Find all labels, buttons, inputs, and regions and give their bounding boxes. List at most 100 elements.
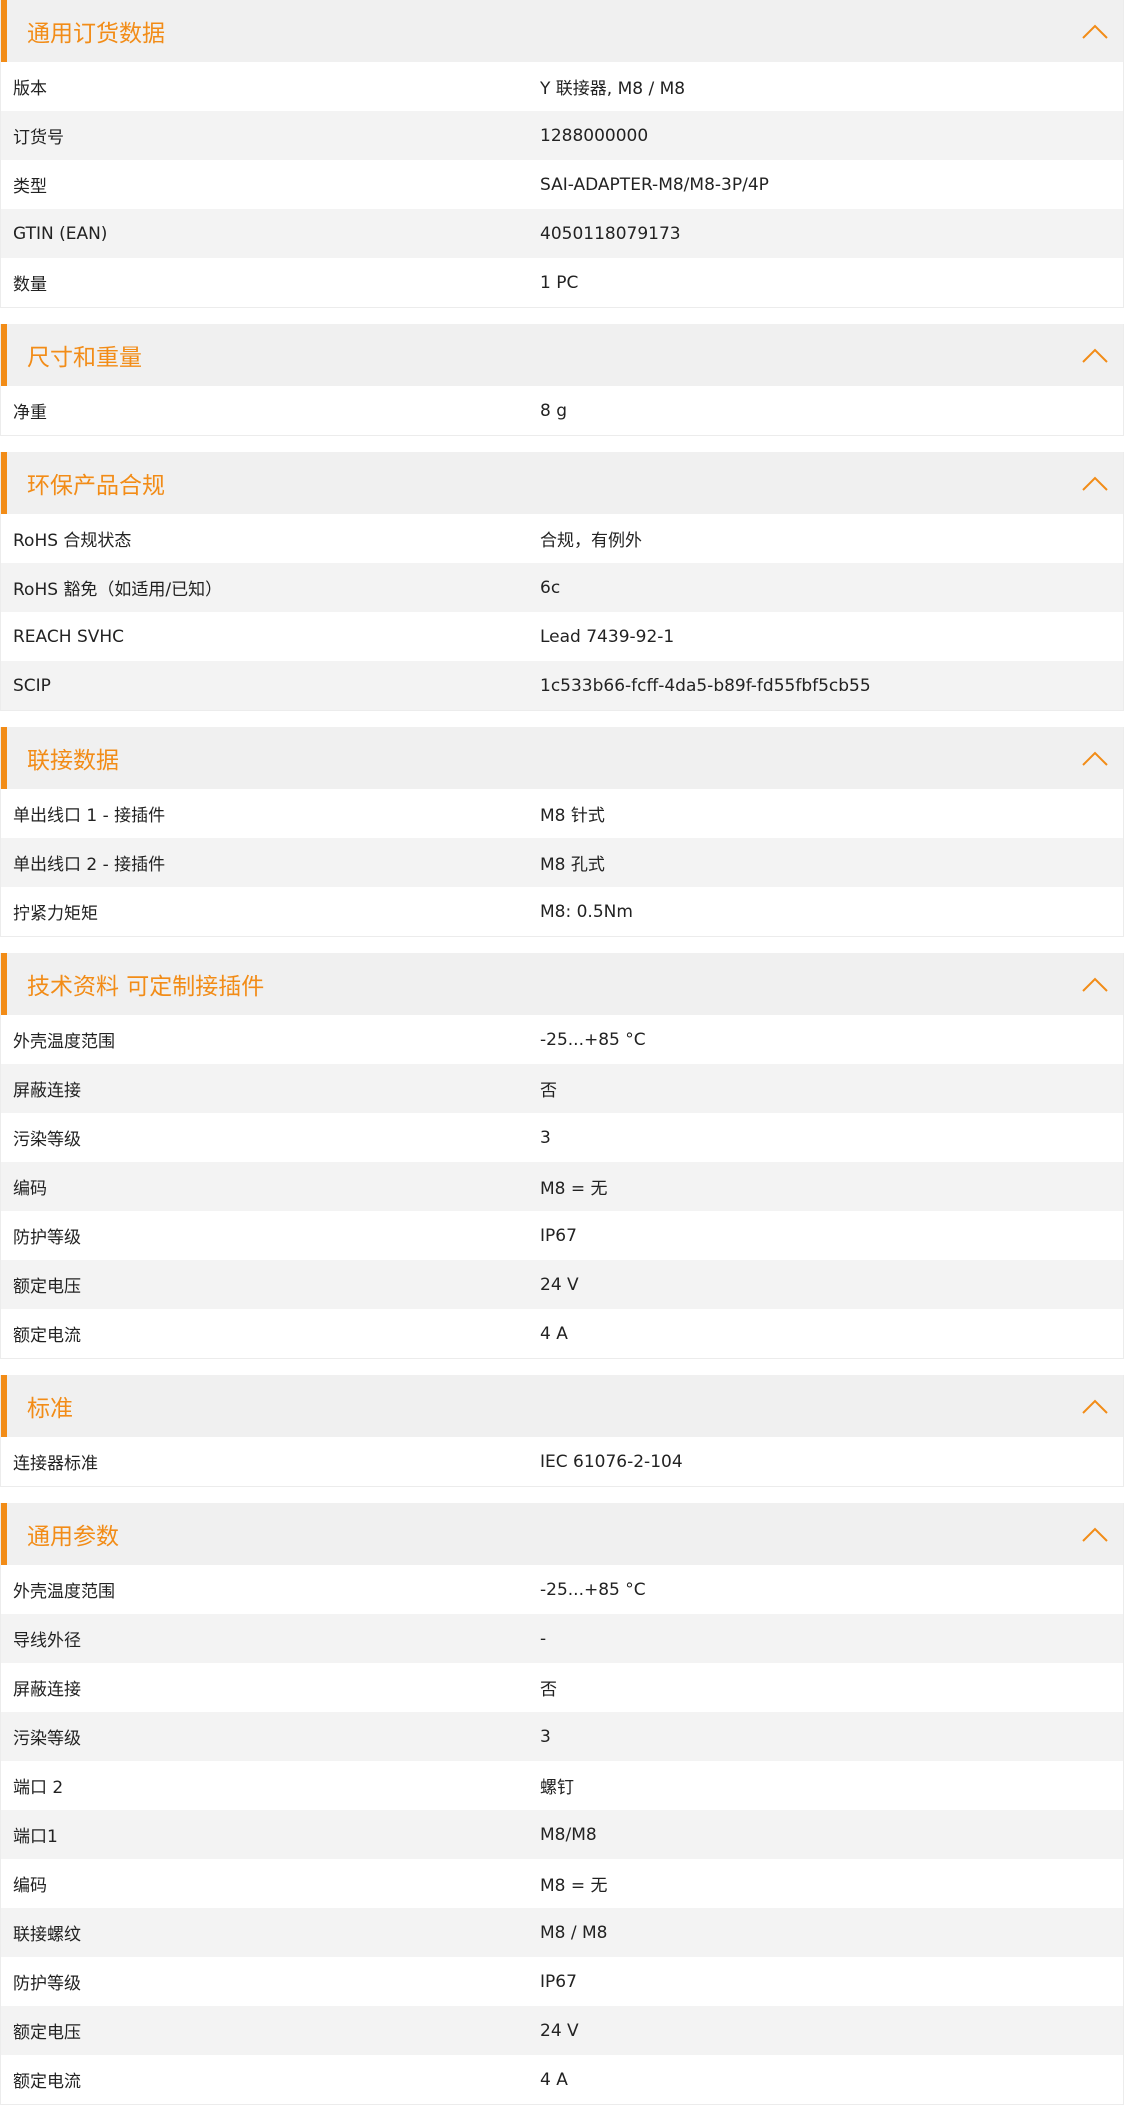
row-value: 4050118079173 xyxy=(540,223,681,244)
row-label: 数量 xyxy=(13,275,47,295)
table-row: 数量 1 PC xyxy=(1,258,1123,307)
row-label: 防护等级 xyxy=(13,1974,81,1994)
table-row: RoHS 豁免（如适用/已知） 6c xyxy=(1,563,1123,612)
section-header[interactable]: 环保产品合规 xyxy=(1,452,1123,514)
row-label: 编码 xyxy=(13,1876,47,1896)
chevron-up-icon[interactable] xyxy=(1081,22,1109,40)
chevron-up-icon[interactable] xyxy=(1081,346,1109,364)
table-row: RoHS 合规状态 合规，有例外 xyxy=(1,514,1123,563)
section-body: 单出线口 1 - 接插件 M8 针式单出线口 2 - 接插件 M8 孔式拧紧力矩矩 M… xyxy=(1,789,1123,936)
chevron-up-icon[interactable] xyxy=(1081,1525,1109,1543)
row-label: 额定电流 xyxy=(13,2072,81,2092)
row-label: REACH SVHC xyxy=(13,626,125,647)
section-body: 净重 8 g xyxy=(1,386,1123,435)
row-label: 端口1 xyxy=(13,1827,58,1847)
table-row: 额定电压 24 V xyxy=(1,1260,1123,1309)
row-label: 单出线口 1 - 接插件 xyxy=(13,806,166,826)
table-row: 联接螺纹 M8 / M8 xyxy=(1,1908,1123,1957)
row-value: SAI-ADAPTER-M8/M8-3P/4P xyxy=(540,174,769,195)
table-row: 屏蔽连接 否 xyxy=(1,1064,1123,1113)
section-body: 外壳温度范围 -25...+85 °C 屏蔽连接 否污染等级 3 编码 M8 = 无防护等级… xyxy=(1,1015,1123,1358)
row-value: IP67 xyxy=(540,1971,577,1992)
table-row: 端口1 M8/M8 xyxy=(1,1810,1123,1859)
spec-page: 通用订货数据版本 Y 联接器, M8 / M8 订货号 1288000000 类型 SAI… xyxy=(0,0,1126,2105)
chevron-up-icon[interactable] xyxy=(1081,1397,1109,1415)
row-label: GTIN (EAN) xyxy=(13,223,108,244)
section-body: 版本 Y 联接器, M8 / M8 订货号 1288000000 类型 SAI-ADAPT… xyxy=(1,62,1123,307)
row-value: M8 = 无 xyxy=(540,1179,608,1199)
table-row: REACH SVHC Lead 7439-92-1 xyxy=(1,612,1123,661)
section-title: 通用参数 xyxy=(27,1524,119,1550)
section-header[interactable]: 尺寸和重量 xyxy=(1,324,1123,386)
table-row: 防护等级 IP67 xyxy=(1,1957,1123,2006)
row-label: 外壳温度范围 xyxy=(13,1032,115,1052)
table-row: 拧紧力矩矩 M8: 0.5Nm xyxy=(1,887,1123,936)
row-value: 3 xyxy=(540,1127,551,1148)
section-header[interactable]: 标准 xyxy=(1,1375,1123,1437)
row-value: M8/M8 xyxy=(540,1824,597,1845)
row-value: M8 / M8 xyxy=(540,1922,608,1943)
row-value: M8 孔式 xyxy=(540,855,605,875)
row-value: 螺钉 xyxy=(540,1778,574,1798)
section-title: 技术资料 可定制接插件 xyxy=(27,974,265,1000)
row-value: 否 xyxy=(540,1081,557,1101)
row-value: 8 g xyxy=(540,400,568,421)
table-row: 导线外径 - xyxy=(1,1614,1123,1663)
row-value: -25...+85 °C xyxy=(540,1029,646,1050)
row-value: 4 A xyxy=(540,2069,568,2090)
section-6: 标准连接器标准 IEC 61076-2-104 xyxy=(0,1375,1124,1487)
row-value: - xyxy=(540,1628,547,1649)
row-value: IP67 xyxy=(540,1225,577,1246)
section-title: 联接数据 xyxy=(27,748,119,774)
section-title: 环保产品合规 xyxy=(27,473,165,499)
row-label: 导线外径 xyxy=(13,1631,81,1651)
row-value: 1288000000 xyxy=(540,125,649,146)
row-value: Lead 7439-92-1 xyxy=(540,626,675,647)
section-header[interactable]: 通用订货数据 xyxy=(1,0,1123,62)
row-label: 污染等级 xyxy=(13,1130,81,1150)
row-label: 额定电流 xyxy=(13,1326,81,1346)
row-value: 1 PC xyxy=(540,272,579,293)
chevron-up-icon[interactable] xyxy=(1081,474,1109,492)
row-label: RoHS 豁免（如适用/已知） xyxy=(13,580,223,600)
row-value: 否 xyxy=(540,1680,557,1700)
row-label: 额定电压 xyxy=(13,1277,81,1297)
row-value: M8: 0.5Nm xyxy=(540,901,633,922)
row-value: IEC 61076-2-104 xyxy=(540,1451,683,1472)
row-value: 3 xyxy=(540,1726,551,1747)
row-label: 污染等级 xyxy=(13,1729,81,1749)
section-header[interactable]: 联接数据 xyxy=(1,727,1123,789)
table-row: 污染等级 3 xyxy=(1,1712,1123,1761)
table-row: GTIN (EAN) 4050118079173 xyxy=(1,209,1123,258)
row-value: 合规，有例外 xyxy=(540,531,642,551)
section-7: 通用参数 外壳温度范围 -25...+85 °C 导线外径 - 屏蔽连接 否污染等级 3 端口 … xyxy=(0,1503,1124,2105)
table-row: 额定电流 4 A xyxy=(1,2055,1123,2104)
row-label: 端口 2 xyxy=(13,1778,64,1798)
section-header[interactable]: 通用参数 xyxy=(1,1503,1123,1565)
table-row: 额定电压 24 V xyxy=(1,2006,1123,2055)
row-value: M8 针式 xyxy=(540,806,605,826)
row-label: 联接螺纹 xyxy=(13,1925,81,1945)
section-title: 通用订货数据 xyxy=(27,21,165,47)
section-title: 尺寸和重量 xyxy=(27,345,142,371)
section-5: 技术资料 可定制接插件 外壳温度范围 -25...+85 °C 屏蔽连接 否污染等级 3 编… xyxy=(0,953,1124,1359)
row-label: 额定电压 xyxy=(13,2023,81,2043)
chevron-up-icon[interactable] xyxy=(1081,975,1109,993)
section-body: 连接器标准 IEC 61076-2-104 xyxy=(1,1437,1123,1486)
row-label: 屏蔽连接 xyxy=(13,1081,81,1101)
section-body: 外壳温度范围 -25...+85 °C 导线外径 - 屏蔽连接 否污染等级 3 端口 2 螺钉端… xyxy=(1,1565,1123,2104)
section-2: 尺寸和重量净重 8 g xyxy=(0,324,1124,436)
row-label: 屏蔽连接 xyxy=(13,1680,81,1700)
section-header[interactable]: 技术资料 可定制接插件 xyxy=(1,953,1123,1015)
row-label: 拧紧力矩矩 xyxy=(13,904,98,924)
section-title: 标准 xyxy=(27,1396,73,1422)
row-value: 24 V xyxy=(540,2020,579,2041)
chevron-up-icon[interactable] xyxy=(1081,749,1109,767)
row-value: M8 = 无 xyxy=(540,1876,608,1896)
table-row: 单出线口 1 - 接插件 M8 针式 xyxy=(1,789,1123,838)
table-row: 净重 8 g xyxy=(1,386,1123,435)
row-value: 6c xyxy=(540,577,561,598)
row-value: 1c533b66-fcff-4da5-b89f-fd55fbf5cb55 xyxy=(540,675,871,696)
row-label: 单出线口 2 - 接插件 xyxy=(13,855,166,875)
row-value: -25...+85 °C xyxy=(540,1579,646,1600)
